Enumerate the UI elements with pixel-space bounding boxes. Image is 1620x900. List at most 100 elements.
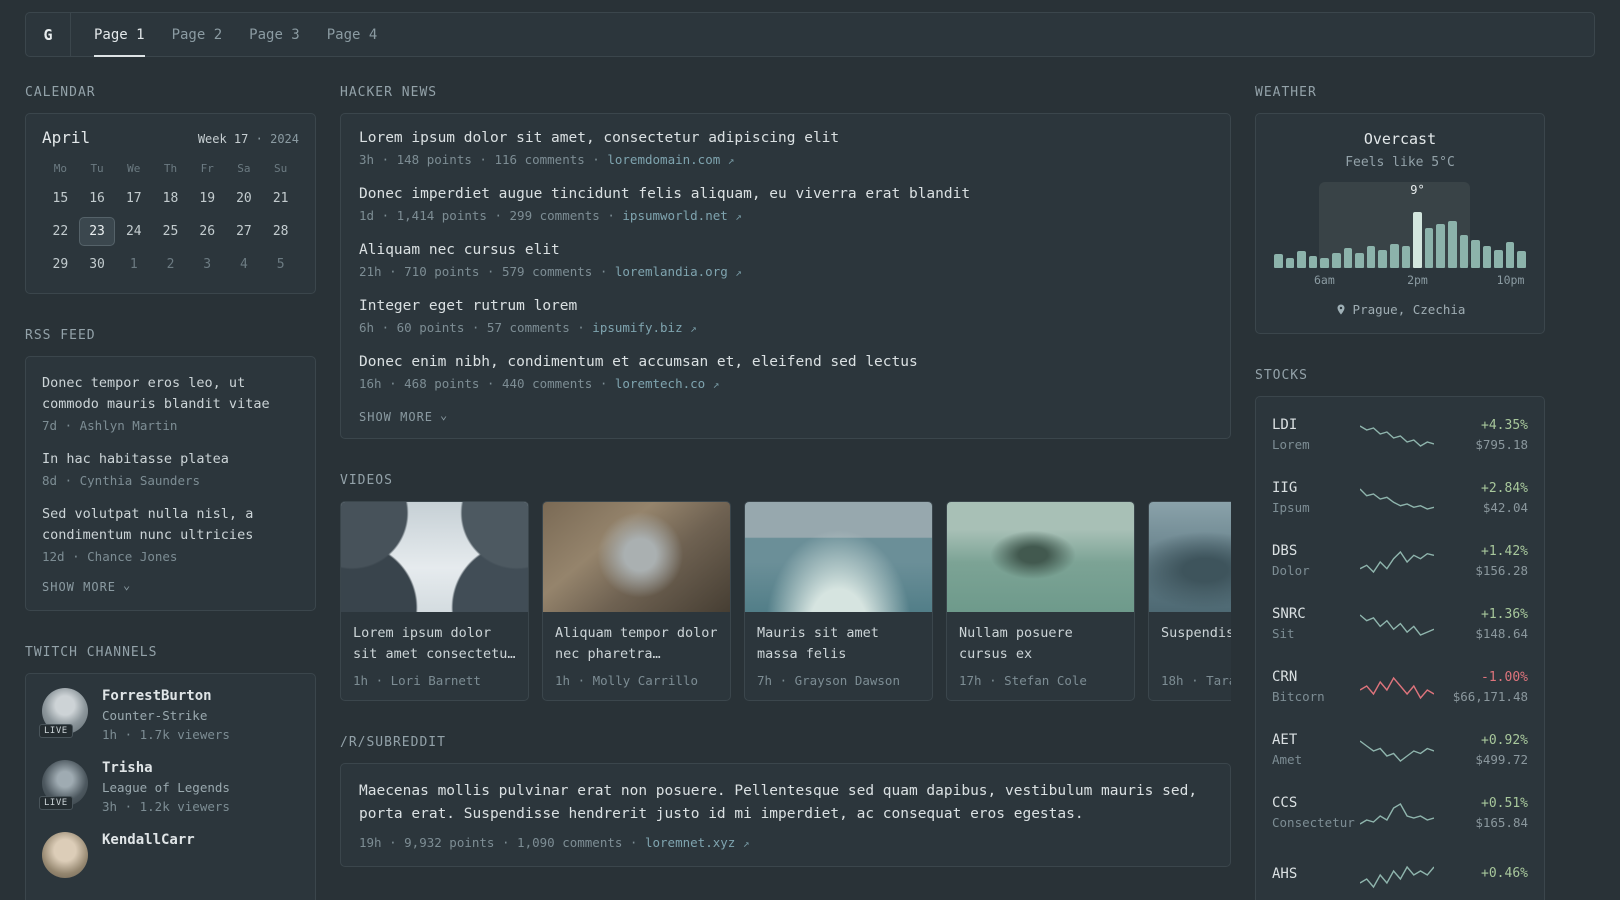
calendar-day[interactable]: 16 bbox=[79, 184, 116, 213]
calendar-day[interactable]: 30 bbox=[79, 250, 116, 279]
rss-item-title[interactable]: Sed volutpat nulla nisl, a condimentum n… bbox=[42, 504, 299, 546]
weather-bar bbox=[1285, 257, 1295, 268]
stock-ticker[interactable]: DBS bbox=[1272, 543, 1358, 559]
app-logo[interactable]: G bbox=[26, 13, 71, 56]
hn-item: Lorem ipsum dolor sit amet, consectetur … bbox=[359, 130, 1212, 167]
calendar-day[interactable]: 1 bbox=[115, 250, 152, 279]
hn-item-domain-link[interactable]: ipsumworld.net ↗ bbox=[622, 208, 742, 223]
hn-item-domain-link[interactable]: loremlandia.org ↗ bbox=[615, 264, 742, 279]
stock-ticker[interactable]: AET bbox=[1272, 732, 1358, 748]
rss-item[interactable]: Donec tempor eros leo, ut commodo mauris… bbox=[42, 373, 299, 433]
calendar-day[interactable]: 28 bbox=[262, 217, 299, 246]
video-thumbnail[interactable] bbox=[1149, 502, 1231, 612]
hn-item-title[interactable]: Aliquam nec cursus elit bbox=[359, 242, 1212, 258]
stock-ticker[interactable]: CRN bbox=[1272, 669, 1358, 685]
weather-bar bbox=[1378, 250, 1387, 268]
calendar-day[interactable]: 3 bbox=[189, 250, 226, 279]
weather-location[interactable]: Prague, Czechia bbox=[1272, 302, 1528, 317]
weather-bar bbox=[1413, 211, 1422, 268]
subreddit-post-title[interactable]: Maecenas mollis pulvinar erat non posuer… bbox=[359, 780, 1212, 826]
calendar-day[interactable]: 18 bbox=[152, 184, 189, 213]
calendar-card: April Week 17 · 2024 Mo Tu We Th Fr Sa Su 15 16 1… bbox=[25, 113, 316, 294]
calendar-day[interactable]: 29 bbox=[42, 250, 79, 279]
video-card[interactable]: Nullam posuere cursus ex 17h · Stefan Co… bbox=[946, 501, 1135, 701]
video-card[interactable]: Mauris sit amet massa felis 7h · Grayson… bbox=[744, 501, 933, 701]
weather-bar bbox=[1297, 251, 1306, 268]
glance-dashboard: G Page 1 Page 2 Page 3 Page 4 CALENDAR Apri… bbox=[0, 0, 1620, 900]
tab-page-3[interactable]: Page 3 bbox=[249, 13, 300, 56]
hn-item-domain-link[interactable]: loremdomain.com ↗ bbox=[607, 152, 734, 167]
calendar-day[interactable]: 27 bbox=[226, 217, 263, 246]
rss-item-meta: 12d · Chance Jones bbox=[42, 548, 178, 564]
video-title[interactable]: Mauris sit amet massa felis bbox=[757, 623, 920, 665]
stock-row[interactable]: DBS Dolor +1.42% $156.28 bbox=[1272, 529, 1528, 592]
stock-ticker[interactable]: CCS bbox=[1272, 795, 1358, 811]
stock-row[interactable]: SNRC Sit +1.36% $148.64 bbox=[1272, 592, 1528, 655]
video-meta: 1h · Molly Carrillo bbox=[555, 673, 698, 688]
video-card[interactable]: Aliquam tempor dolor nec pharetra… 1h · … bbox=[542, 501, 731, 701]
video-thumbnail[interactable] bbox=[341, 502, 528, 612]
tab-page-4[interactable]: Page 4 bbox=[327, 13, 378, 56]
twitch-channel-name[interactable]: Trisha bbox=[102, 760, 230, 776]
calendar-day[interactable]: 2 bbox=[152, 250, 189, 279]
hn-item-domain-link[interactable]: ipsumify.biz ↗ bbox=[592, 320, 696, 335]
calendar-day[interactable]: 21 bbox=[262, 184, 299, 213]
video-thumbnail[interactable] bbox=[947, 502, 1134, 612]
stock-name: Sit bbox=[1272, 626, 1295, 641]
video-title[interactable]: Aliquam tempor dolor nec pharetra… bbox=[555, 623, 718, 665]
hn-item-title[interactable]: Donec imperdiet augue tincidunt felis al… bbox=[359, 186, 1212, 202]
calendar-day[interactable]: 5 bbox=[262, 250, 299, 279]
stock-row[interactable]: AET Amet +0.92% $499.72 bbox=[1272, 718, 1528, 781]
video-thumbnail[interactable] bbox=[543, 502, 730, 612]
calendar-day-selected[interactable]: 23 bbox=[78, 217, 116, 246]
stock-row[interactable]: LDI Lorem +4.35% $795.18 bbox=[1272, 403, 1528, 466]
stock-ticker[interactable]: SNRC bbox=[1272, 606, 1358, 622]
hacker-news-section-title: HACKER NEWS bbox=[340, 85, 438, 100]
rss-item-title[interactable]: In hac habitasse platea bbox=[42, 449, 299, 470]
stock-ticker[interactable]: LDI bbox=[1272, 417, 1358, 433]
hn-item-title[interactable]: Lorem ipsum dolor sit amet, consectetur … bbox=[359, 130, 1212, 146]
location-pin-icon bbox=[1337, 304, 1345, 315]
rss-show-more-button[interactable]: SHOW MORE ⌄ bbox=[42, 578, 299, 594]
twitch-channel[interactable]: KendallCarr bbox=[42, 831, 299, 878]
twitch-channel[interactable]: LIVE Trisha League of Legends 3h · 1.2k … bbox=[39, 759, 299, 814]
video-title[interactable]: Lorem ipsum dolor sit amet consectetu… bbox=[353, 623, 516, 665]
hn-item-title[interactable]: Donec enim nibh, condimentum et accumsan… bbox=[359, 354, 1212, 370]
video-card[interactable]: Suspendisse diam 18h · Tara bbox=[1148, 501, 1231, 701]
stock-row[interactable]: IIG Ipsum +2.84% $42.04 bbox=[1272, 466, 1528, 529]
calendar-day[interactable]: 19 bbox=[189, 184, 226, 213]
stock-row[interactable]: CRN Bitcorn -1.00% $66,171.48 bbox=[1272, 655, 1528, 718]
video-title[interactable]: Nullam posuere cursus ex bbox=[959, 623, 1122, 665]
calendar-day[interactable]: 25 bbox=[152, 217, 189, 246]
rss-item[interactable]: Sed volutpat nulla nisl, a condimentum n… bbox=[42, 504, 299, 564]
rss-item[interactable]: In hac habitasse platea 8d · Cynthia Sau… bbox=[42, 449, 299, 488]
stock-row[interactable]: CCS Consectetur +0.51% $165.84 bbox=[1272, 781, 1528, 844]
hn-item: Donec imperdiet augue tincidunt felis al… bbox=[359, 186, 1212, 223]
twitch-channel[interactable]: LIVE ForrestBurton Counter-Strike 1h · 1… bbox=[39, 687, 299, 742]
calendar-day[interactable]: 17 bbox=[115, 184, 152, 213]
calendar-month: April bbox=[42, 128, 91, 147]
tab-page-2[interactable]: Page 2 bbox=[172, 13, 223, 56]
stock-row[interactable]: AHS +0.46% bbox=[1272, 844, 1528, 900]
twitch-channel-name[interactable]: ForrestBurton bbox=[102, 688, 230, 704]
calendar-day[interactable]: 24 bbox=[115, 217, 152, 246]
stock-ticker[interactable]: IIG bbox=[1272, 480, 1358, 496]
rss-item-title[interactable]: Donec tempor eros leo, ut commodo mauris… bbox=[42, 373, 299, 415]
video-thumbnail[interactable] bbox=[745, 502, 932, 612]
subreddit-domain-link[interactable]: loremnet.xyz ↗ bbox=[645, 835, 749, 850]
hn-item-domain-link[interactable]: loremtech.co ↗ bbox=[615, 376, 719, 391]
twitch-channel-name[interactable]: KendallCarr bbox=[102, 832, 195, 848]
twitch-section-title: TWITCH CHANNELS bbox=[25, 644, 158, 660]
hn-show-more-button[interactable]: SHOW MORE ⌄ bbox=[359, 408, 1212, 424]
calendar-day[interactable]: 26 bbox=[189, 217, 226, 246]
calendar-day[interactable]: 15 bbox=[42, 184, 79, 213]
calendar-day[interactable]: 4 bbox=[226, 250, 263, 279]
tab-page-1[interactable]: Page 1 bbox=[94, 13, 145, 57]
calendar-day[interactable]: 22 bbox=[42, 217, 79, 246]
stock-ticker[interactable]: AHS bbox=[1272, 866, 1358, 882]
video-card[interactable]: Lorem ipsum dolor sit amet consectetu… 1… bbox=[340, 501, 529, 701]
page-tabs: Page 1 Page 2 Page 3 Page 4 bbox=[94, 13, 378, 57]
calendar-day[interactable]: 20 bbox=[226, 184, 263, 213]
hn-item-title[interactable]: Integer eget rutrum lorem bbox=[359, 298, 1212, 314]
video-title[interactable]: Suspendisse diam bbox=[1161, 623, 1231, 665]
